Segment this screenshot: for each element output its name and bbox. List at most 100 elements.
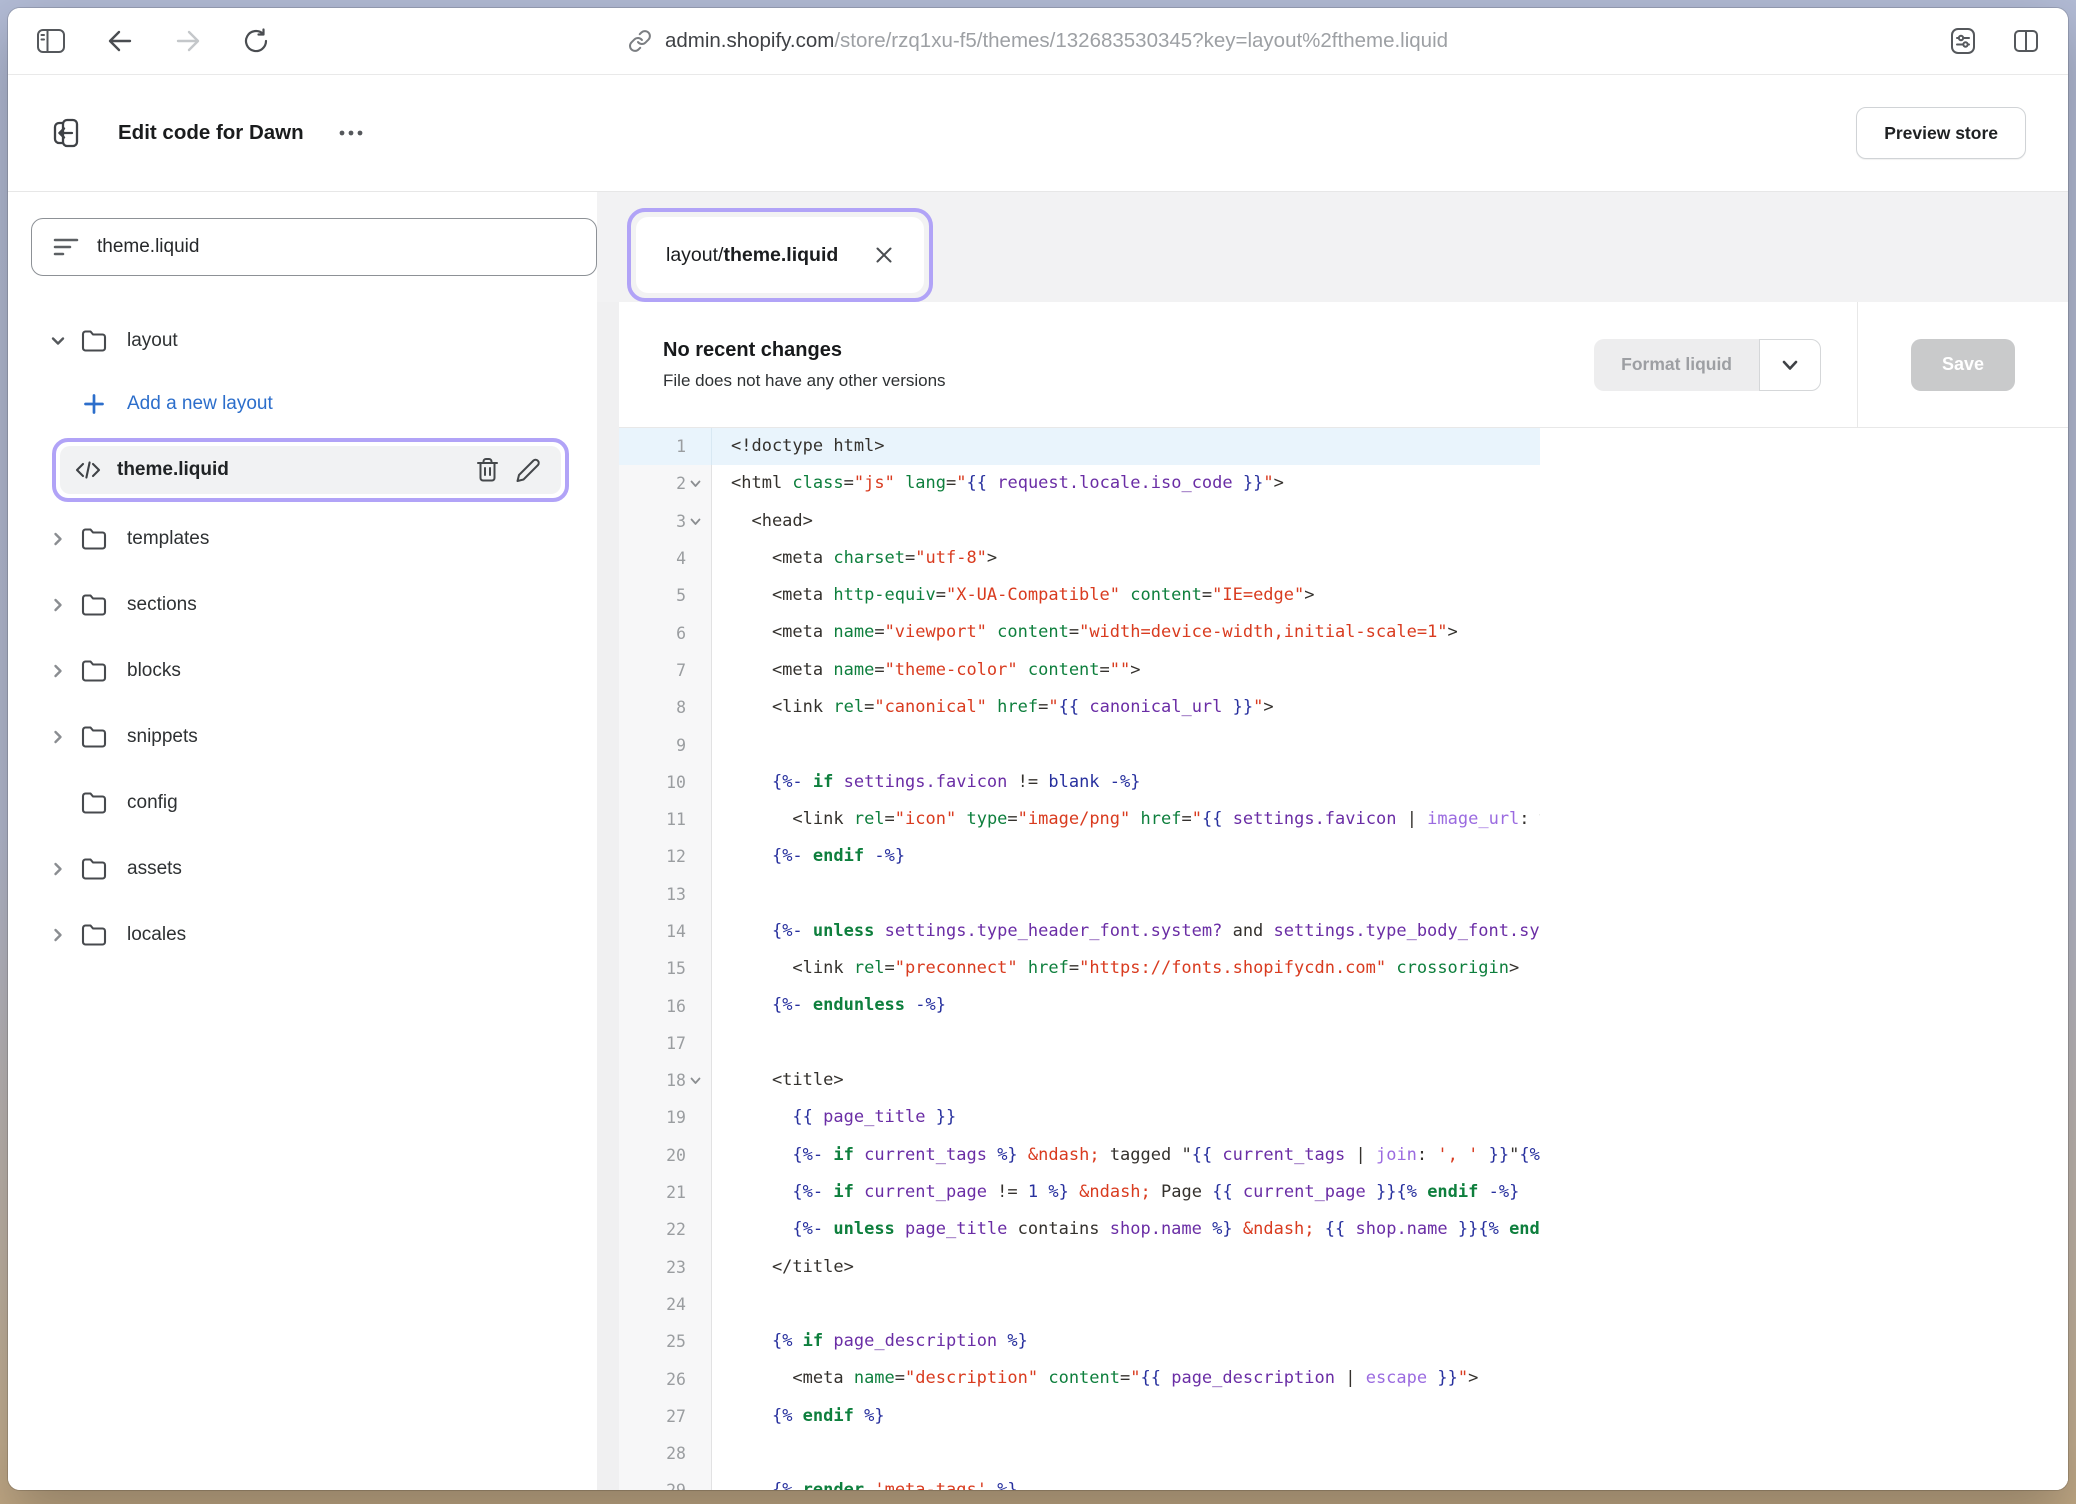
chevron-right-icon[interactable] [43,529,73,549]
code-line-text[interactable]: <head> [712,503,813,540]
pencil-icon[interactable] [515,457,541,483]
code-line-text[interactable]: <meta charset="utf-8"> [712,540,997,577]
code-line[interactable]: 11 <link rel="icon" type="image/png" hre… [619,801,1540,838]
code-line-text[interactable]: {{ page_title }} [712,1099,956,1136]
code-line-text[interactable]: {%- unless settings.type_header_font.sys… [712,913,1540,950]
code-line[interactable]: 16 {%- endunless -%} [619,987,1540,1024]
trash-icon[interactable] [475,457,500,483]
code-line-text[interactable]: <link rel="preconnect" href="https://fon… [712,950,1519,987]
fold-chevron-icon[interactable] [686,1074,705,1087]
sidebar-item-sections[interactable]: sections [31,580,581,630]
code-editor-panel: layout/theme.liquid No recent changes Fi… [597,192,2068,1490]
sidebar-item-theme-liquid[interactable]: theme.liquid [60,446,561,494]
code-line-text[interactable]: <html class="js" lang="{{ request.locale… [712,465,1284,502]
code-line[interactable]: 25 {% if page_description %} [619,1323,1540,1360]
chevron-right-icon[interactable] [43,595,73,615]
code-line[interactable]: 13 [619,876,1540,913]
code-line[interactable]: 19 {{ page_title }} [619,1099,1540,1136]
code-line[interactable]: 12 {%- endif -%} [619,838,1540,875]
code-line-text[interactable]: {%- endif -%} [712,838,905,875]
code-line[interactable]: 2<html class="js" lang="{{ request.local… [619,465,1540,502]
chevron-right-icon[interactable] [43,727,73,747]
code-line-text[interactable]: {%- endunless -%} [712,987,946,1024]
code-line-text[interactable] [712,726,731,763]
code-line[interactable]: 28 [619,1435,1540,1472]
line-number: 16 [619,987,712,1024]
code-line[interactable]: 8 <link rel="canonical" href="{{ canonic… [619,689,1540,726]
sidebar-toggle-icon[interactable] [36,27,66,55]
tab-layout-theme-liquid[interactable]: layout/theme.liquid [636,217,924,293]
format-liquid-dropdown-button[interactable] [1759,339,1821,391]
code-line[interactable]: 15 <link rel="preconnect" href="https://… [619,950,1540,987]
code-line-text[interactable]: <link rel="canonical" href="{{ canonical… [712,689,1274,726]
chevron-down-icon[interactable] [43,331,73,351]
code-line[interactable]: 10 {%- if settings.favicon != blank -%} [619,764,1540,801]
sidebar-item-assets[interactable]: assets [31,844,581,894]
code-line[interactable]: 29 {% render 'meta-tags' %} [619,1472,1540,1490]
code-line-text[interactable]: <!doctype html> [712,428,885,465]
sidebar-item-templates[interactable]: templates [31,514,581,564]
chevron-right-icon[interactable] [43,925,73,945]
code-line[interactable]: 17 [619,1025,1540,1062]
code-line[interactable]: 5 <meta http-equiv="X-UA-Compatible" con… [619,577,1540,614]
code-line-text[interactable]: </title> [712,1249,854,1286]
save-button[interactable]: Save [1911,339,2015,391]
code-line[interactable]: 14 {%- unless settings.type_header_font.… [619,913,1540,950]
code-line-text[interactable]: {%- if current_page != 1 %} &ndash; Page… [712,1174,1519,1211]
exit-icon[interactable] [50,117,82,149]
sidebar-item-snippets[interactable]: snippets [31,712,581,762]
code-line-text[interactable]: <meta http-equiv="X-UA-Compatible" conte… [712,577,1315,614]
chevron-right-icon[interactable] [43,859,73,879]
code-line[interactable]: 20 {%- if current_tags %} &ndash; tagged… [619,1137,1540,1174]
code-line[interactable]: 18 <title> [619,1062,1540,1099]
chevron-right-icon[interactable] [43,661,73,681]
code-line[interactable]: 21 {%- if current_page != 1 %} &ndash; P… [619,1174,1540,1211]
code-line[interactable]: 26 <meta name="description" content="{{ … [619,1360,1540,1397]
code-line-text[interactable]: <link rel="icon" type="image/png" href="… [712,801,1540,838]
sidebar-item-layout[interactable]: layout [31,316,581,366]
fold-chevron-icon[interactable] [686,515,705,528]
code-line-text[interactable]: {%- if current_tags %} &ndash; tagged "{… [712,1137,1540,1174]
code-line-text[interactable] [712,1025,731,1062]
fold-chevron-icon[interactable] [686,477,705,490]
code-viewport[interactable]: 1<!doctype html>2<html class="js" lang="… [619,428,1540,1490]
split-view-icon[interactable] [2012,28,2040,54]
code-line[interactable]: 23 </title> [619,1249,1540,1286]
code-line-text[interactable]: {%- unless page_title contains shop.name… [712,1211,1540,1248]
code-line[interactable]: 24 [619,1286,1540,1323]
reload-icon[interactable] [242,27,270,55]
sidebar-item-blocks[interactable]: blocks [31,646,581,696]
more-dots-icon[interactable] [338,129,364,137]
code-line-text[interactable]: <meta name="theme-color" content=""> [712,652,1141,689]
close-icon[interactable] [874,245,894,265]
code-line[interactable]: 9 [619,726,1540,763]
code-line-text[interactable] [712,876,731,913]
code-line-text[interactable]: <meta name="description" content="{{ pag… [712,1360,1478,1397]
page-settings-icon[interactable] [1948,26,1978,56]
preview-store-button[interactable]: Preview store [1856,107,2026,159]
code-line-text[interactable]: {% if page_description %} [712,1323,1028,1360]
address-bar[interactable]: admin.shopify.com/store/rzq1xu-f5/themes… [628,29,1448,53]
search-input[interactable]: theme.liquid [31,218,597,276]
sidebar-item-locales[interactable]: locales [31,910,581,960]
code-line-text[interactable]: <title> [712,1062,844,1099]
code-line-text[interactable] [712,1286,731,1323]
sidebar-item-label: snippets [127,726,198,748]
code-line-text[interactable]: <meta name="viewport" content="width=dev… [712,614,1458,651]
sidebar-item-config[interactable]: config [31,778,581,828]
code-line[interactable]: 7 <meta name="theme-color" content=""> [619,652,1540,689]
code-line-text[interactable]: {% render 'meta-tags' %} [712,1472,1018,1490]
forward-icon[interactable] [174,27,202,55]
back-icon[interactable] [106,27,134,55]
code-line-text[interactable] [712,1435,731,1472]
code-line[interactable]: 6 <meta name="viewport" content="width=d… [619,614,1540,651]
code-line[interactable]: 4 <meta charset="utf-8"> [619,540,1540,577]
code-line[interactable]: 1<!doctype html> [619,428,1540,465]
format-liquid-button[interactable]: Format liquid [1594,339,1759,391]
code-line[interactable]: 3 <head> [619,503,1540,540]
code-line[interactable]: 22 {%- unless page_title contains shop.n… [619,1211,1540,1248]
add-new-layout-button[interactable]: Add a new layout [31,382,581,426]
code-line[interactable]: 27 {% endif %} [619,1398,1540,1435]
code-line-text[interactable]: {% endif %} [712,1398,885,1435]
code-line-text[interactable]: {%- if settings.favicon != blank -%} [712,764,1141,801]
